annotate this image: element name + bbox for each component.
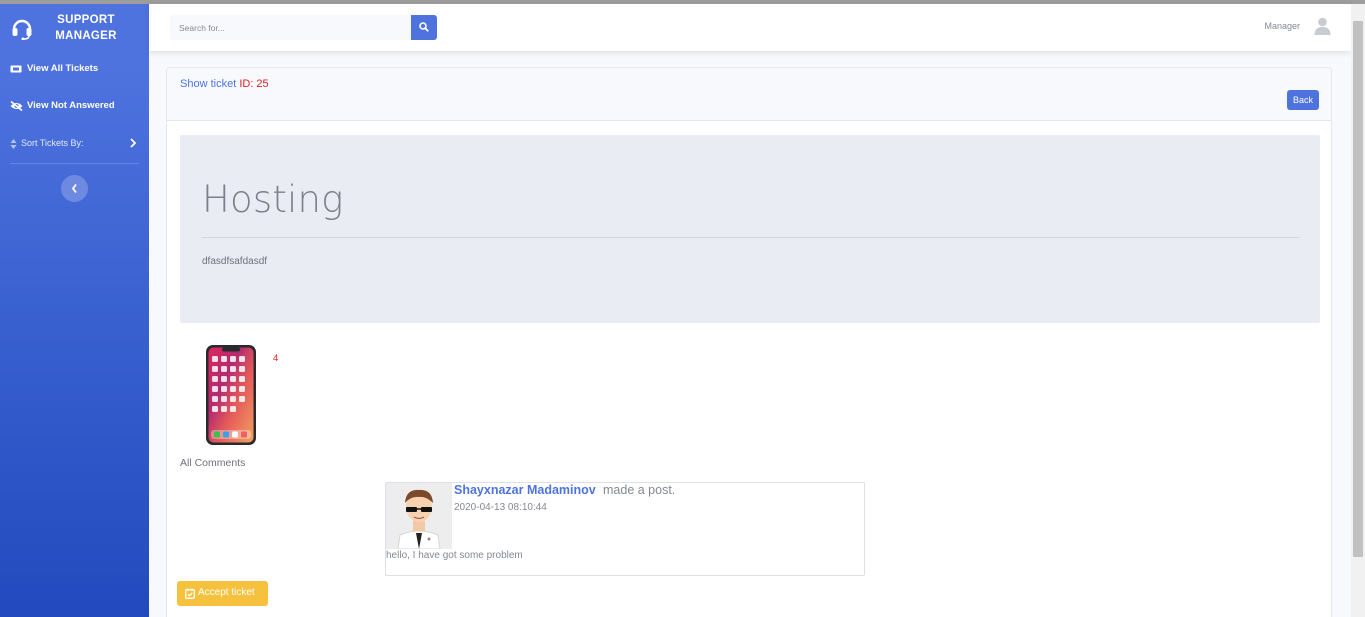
back-button[interactable]: Back (1287, 90, 1319, 110)
ticket-jumbotron: Hosting dfasdfsafdasdf (180, 135, 1320, 323)
brand-line-2: MANAGER (55, 30, 117, 42)
brand[interactable]: SUPPORT MANAGER (0, 10, 149, 50)
smartphone-image[interactable] (205, 344, 257, 446)
card-title: Show ticket ID: 25 (180, 78, 269, 90)
card-title-prefix: Show ticket (180, 78, 240, 90)
ticket-description: dfasdfsafdasdf (202, 256, 268, 267)
avatar (386, 483, 452, 550)
sidebar-item-view-not-answered[interactable]: View Not Answered (0, 95, 149, 119)
search-button[interactable] (411, 15, 437, 40)
sidebar-item-label: View Not Answered (27, 100, 115, 111)
sidebar-divider (10, 163, 139, 164)
accept-ticket-button[interactable]: Accept ticket (177, 581, 268, 606)
ticket-id: ID: 25 (239, 78, 269, 90)
sidebar-item-view-all-tickets[interactable]: View All Tickets (0, 58, 149, 82)
chevron-left-icon (71, 183, 77, 194)
search-icon (419, 22, 429, 32)
sort-icon (10, 139, 17, 149)
chevron-right-icon (129, 138, 137, 148)
search-input[interactable] (170, 15, 411, 40)
headset-icon (10, 16, 34, 41)
comment-author[interactable]: Shayxnazar Madaminov (454, 483, 596, 497)
topbar: Manager (149, 4, 1351, 51)
card-header: Show ticket ID: 25 Back (167, 68, 1331, 121)
scrollbar-thumb[interactable] (1353, 21, 1363, 557)
brand-line-1: SUPPORT (57, 14, 115, 26)
user-name[interactable]: Manager (1264, 21, 1300, 31)
sidebar-toggle-button[interactable] (61, 175, 88, 202)
sidebar-item-sort-tickets[interactable]: Sort Tickets By: (0, 133, 149, 157)
comments-heading: All Comments (180, 457, 246, 469)
ticket-subject: Hosting (202, 178, 344, 221)
calendar-check-icon (185, 588, 195, 599)
accept-ticket-label: Accept ticket (198, 587, 255, 598)
page-scrollbar[interactable] (1351, 4, 1365, 617)
eye-slash-icon (10, 100, 23, 112)
comment-body: hello, I have got some problem (386, 550, 523, 561)
sidebar-item-label: Sort Tickets By: (21, 138, 84, 148)
comment-date: 2020-04-13 08:10:44 (454, 502, 547, 513)
comment-action: made a post. (603, 483, 676, 497)
jumbotron-divider (202, 237, 1300, 238)
image-count: 4 (273, 353, 279, 364)
ticket-card: Show ticket ID: 25 Back Hosting dfasdfsa… (166, 67, 1332, 617)
ticket-icon (10, 64, 22, 74)
comment-item: Shayxnazar Madaminov made a post. 2020-0… (385, 482, 865, 576)
sidebar-item-label: View All Tickets (27, 63, 99, 74)
sidebar: SUPPORT MANAGER View All Tickets View No… (0, 4, 149, 617)
user-icon[interactable] (1314, 17, 1331, 35)
